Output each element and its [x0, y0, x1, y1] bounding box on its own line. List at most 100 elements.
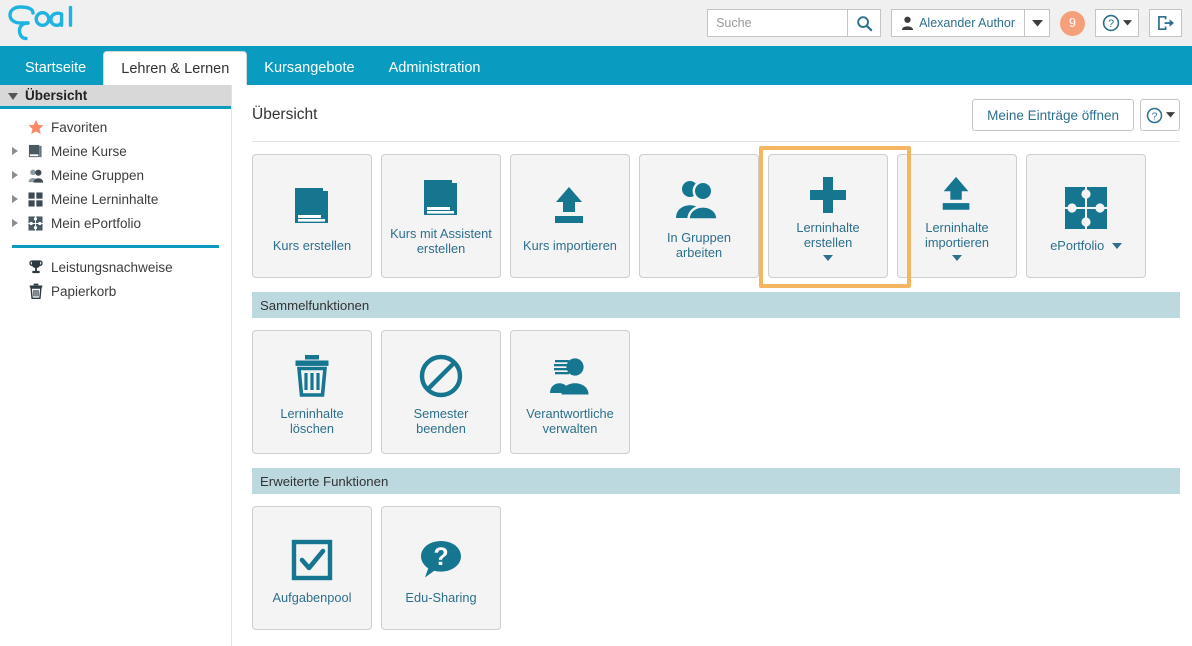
- sidebar-header-label: Übersicht: [25, 88, 87, 103]
- sidebar-item-meine-kurse[interactable]: Meine Kurse: [0, 139, 231, 163]
- tile-lerninhalte-erstellen[interactable]: Lerninhalte erstellen: [768, 154, 888, 278]
- upload-icon: [936, 172, 978, 218]
- user-menu-caret-button[interactable]: [1024, 9, 1050, 37]
- sidebar-item-meine-lerninhalte[interactable]: Meine Lerninhalte: [0, 187, 231, 211]
- search-button[interactable]: [847, 9, 881, 37]
- content-header-actions: Meine Einträge öffnen ?: [972, 99, 1180, 131]
- tile-lerninhalte-loeschen[interactable]: Lerninhalte löschen: [252, 330, 372, 454]
- sidebar-header-uebersicht[interactable]: Übersicht: [0, 85, 231, 109]
- nav-tab-kursangebote[interactable]: Kursangebote: [247, 52, 371, 85]
- section-title: Erweiterte Funktionen: [260, 474, 388, 489]
- user-icon: [901, 16, 914, 30]
- chevron-right-icon[interactable]: [10, 171, 20, 179]
- ban-icon: [418, 348, 464, 404]
- sidebar-item-label: Favoriten: [51, 120, 107, 135]
- notification-badge[interactable]: 9: [1060, 11, 1085, 36]
- nav-tab-startseite[interactable]: Startseite: [8, 52, 103, 85]
- puzzle-icon: [26, 214, 45, 232]
- question-circle-icon: ?: [1102, 14, 1120, 32]
- sidebar-item-label: Meine Kurse: [51, 144, 127, 159]
- star-icon: [26, 118, 45, 136]
- tile-label-text: ePortfolio: [1050, 238, 1104, 253]
- sidebar-item-meine-gruppen[interactable]: Meine Gruppen: [0, 163, 231, 187]
- tile-verantwortliche-verwalten[interactable]: Verantwortliche verwalten: [510, 330, 630, 454]
- tile-eportfolio[interactable]: ePortfolio: [1026, 154, 1146, 278]
- sidebar-item-leistungsnachweise[interactable]: Leistungsnachweise: [0, 255, 231, 279]
- nav-tab-lehren-lernen[interactable]: Lehren & Lernen: [103, 51, 247, 85]
- opal-logo[interactable]: [8, 4, 90, 42]
- logout-button[interactable]: [1149, 9, 1182, 37]
- primary-tile-row: Kurs erstellen Kurs mit Assistent erstel…: [252, 142, 1180, 278]
- chevron-down-icon: [1123, 20, 1132, 26]
- app-header: Alexander Author 9 ?: [0, 0, 1192, 46]
- sidebar-item-papierkorb[interactable]: Papierkorb: [0, 279, 231, 303]
- trash-icon: [26, 282, 45, 300]
- book-icon: [26, 142, 45, 160]
- tile-label: ePortfolio: [1045, 238, 1127, 253]
- help-menu-button[interactable]: ?: [1095, 9, 1139, 37]
- sidebar-item-label: Papierkorb: [51, 284, 116, 299]
- question-circle-icon: ?: [1146, 107, 1163, 124]
- tile-label: Lerninhalte erstellen: [769, 220, 887, 250]
- tile-kurs-importieren[interactable]: Kurs importieren: [510, 154, 630, 278]
- chevron-down-icon[interactable]: [823, 255, 833, 261]
- chevron-down-icon[interactable]: [1112, 243, 1122, 249]
- nav-tab-administration[interactable]: Administration: [372, 52, 498, 85]
- chevron-right-icon[interactable]: [10, 219, 20, 227]
- svg-text:?: ?: [1108, 18, 1114, 30]
- tile-kurs-mit-assistent-erstellen[interactable]: Kurs mit Assistent erstellen: [381, 154, 501, 278]
- content-header: Übersicht Meine Einträge öffnen ?: [252, 85, 1180, 142]
- tile-label: Kurs erstellen: [268, 238, 356, 253]
- search-group: [707, 9, 881, 37]
- sidebar: Übersicht Favoriten: [0, 85, 232, 646]
- tile-edu-sharing[interactable]: ? Edu-Sharing: [381, 506, 501, 630]
- tile-semester-beenden[interactable]: Semester beenden: [381, 330, 501, 454]
- sidebar-list-primary: Favoriten Meine Kurse: [0, 109, 231, 235]
- chevron-down-icon[interactable]: [952, 255, 962, 261]
- upload-icon: [548, 180, 592, 236]
- page-title: Übersicht: [252, 106, 317, 124]
- open-entries-button[interactable]: Meine Einträge öffnen: [972, 99, 1134, 131]
- group-icon: [26, 166, 45, 184]
- content-help-button[interactable]: ?: [1140, 99, 1180, 131]
- tile-label: Edu-Sharing: [400, 590, 481, 605]
- sidebar-item-label: Leistungsnachweise: [51, 260, 173, 275]
- section-header-erweiterte-funktionen: Erweiterte Funktionen: [252, 468, 1180, 494]
- section-header-sammelfunktionen: Sammelfunktionen: [252, 292, 1180, 318]
- tile-label: Lerninhalte importieren: [898, 220, 1016, 250]
- search-icon: [856, 15, 873, 32]
- erweiterte-funktionen-tile-row: Aufgabenpool ? Edu-Sharing: [252, 494, 1180, 630]
- svg-text:?: ?: [1151, 111, 1157, 122]
- sidebar-item-label: Meine Gruppen: [51, 168, 144, 183]
- tile-in-gruppen-arbeiten[interactable]: In Gruppen arbeiten: [639, 154, 759, 278]
- chevron-right-icon[interactable]: [10, 195, 20, 203]
- tile-label: Verantwortliche verwalten: [511, 406, 629, 436]
- tile-label: Aufgabenpool: [268, 590, 357, 605]
- tile-aufgabenpool[interactable]: Aufgabenpool: [252, 506, 372, 630]
- group-icon: [675, 172, 723, 228]
- chevron-down-icon: [1166, 112, 1175, 118]
- sidebar-item-favoriten[interactable]: Favoriten: [0, 115, 231, 139]
- tile-label: Lerninhalte löschen: [253, 406, 371, 436]
- tile-kurs-erstellen[interactable]: Kurs erstellen: [252, 154, 372, 278]
- tile-label: Kurs importieren: [518, 238, 622, 253]
- tile-label: Semester beenden: [382, 406, 500, 436]
- sammelfunktionen-tile-row: Lerninhalte löschen Semester beenden: [252, 318, 1180, 454]
- sidebar-item-label: Mein ePortfolio: [51, 216, 141, 231]
- checkbox-icon: [290, 532, 334, 588]
- sidebar-item-mein-eportfolio[interactable]: Mein ePortfolio: [0, 211, 231, 235]
- tile-label: In Gruppen arbeiten: [640, 230, 758, 260]
- sidebar-list-secondary: Leistungsnachweise Papierkorb: [0, 255, 231, 303]
- logout-icon: [1156, 14, 1175, 32]
- search-input[interactable]: [707, 9, 847, 37]
- header-actions: Alexander Author 9 ?: [707, 9, 1182, 37]
- user-menu-button[interactable]: Alexander Author: [891, 9, 1024, 37]
- grid-squares-icon: [26, 190, 45, 208]
- svg-text:?: ?: [433, 543, 448, 571]
- chevron-right-icon[interactable]: [10, 147, 20, 155]
- trash-icon: [292, 348, 332, 404]
- book-icon: [290, 180, 334, 236]
- tile-lerninhalte-importieren[interactable]: Lerninhalte importieren: [897, 154, 1017, 278]
- content-area: Übersicht Meine Einträge öffnen ?: [232, 85, 1192, 646]
- plus-icon: [808, 172, 848, 218]
